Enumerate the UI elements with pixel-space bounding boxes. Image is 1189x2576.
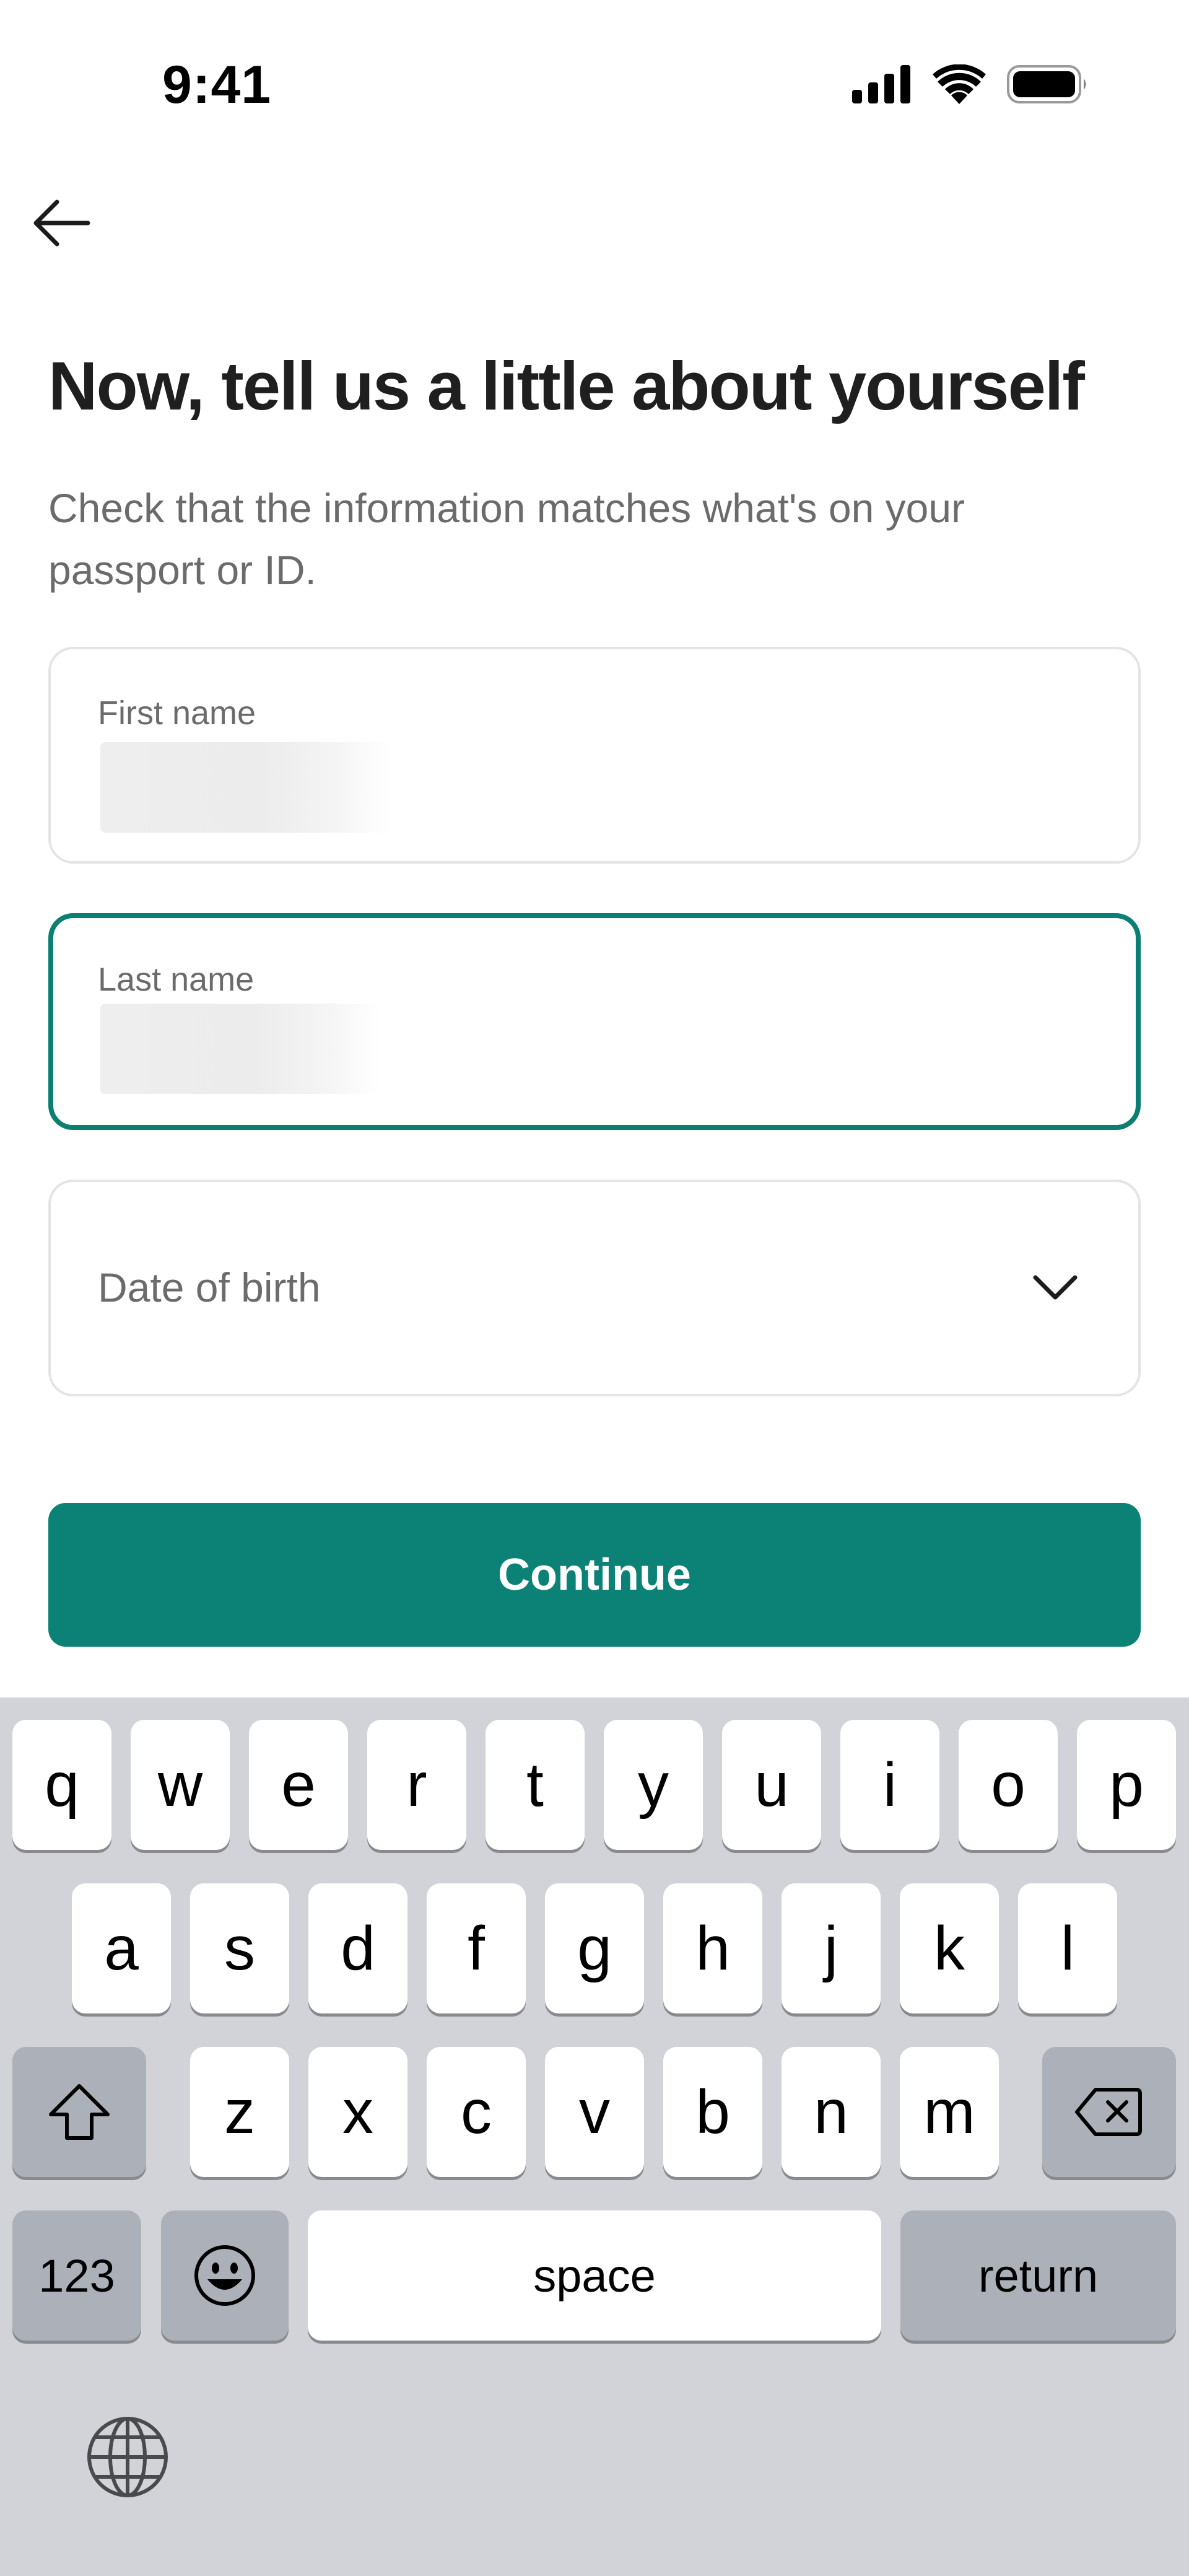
page-subtitle: Check that the information matches what'… — [48, 485, 965, 593]
return-key[interactable]: return — [900, 2210, 1176, 2341]
chevron-down-icon — [1033, 1275, 1078, 1300]
page-title: Now, tell us a little about yourself — [48, 348, 1085, 424]
key-d[interactable]: d — [308, 1883, 407, 2013]
continue-button[interactable]: Continue — [48, 1503, 1141, 1647]
key-z[interactable]: z — [190, 2047, 289, 2177]
key-g[interactable]: g — [545, 1883, 644, 2013]
key-n[interactable]: n — [782, 2047, 881, 2177]
key-c[interactable]: c — [427, 2047, 526, 2177]
last-name-value-redacted — [100, 1004, 379, 1094]
back-button[interactable] — [30, 197, 94, 249]
first-name-label: First name — [98, 694, 256, 732]
shift-key[interactable] — [12, 2047, 146, 2177]
key-t[interactable]: t — [486, 1720, 585, 1850]
globe-icon[interactable] — [85, 2415, 170, 2499]
status-bar: 9:41 — [0, 0, 1189, 173]
key-x[interactable]: x — [308, 2047, 407, 2177]
numbers-key[interactable]: 123 — [12, 2210, 141, 2341]
first-name-field[interactable]: First name — [48, 647, 1141, 864]
date-of-birth-select[interactable]: Date of birth — [48, 1180, 1141, 1396]
key-h[interactable]: h — [663, 1883, 762, 2013]
date-of-birth-label: Date of birth — [98, 1264, 321, 1310]
key-b[interactable]: b — [663, 2047, 762, 2177]
key-a[interactable]: a — [72, 1883, 171, 2013]
last-name-field[interactable]: Last name — [48, 913, 1141, 1130]
key-u[interactable]: u — [722, 1720, 821, 1850]
last-name-label: Last name — [98, 961, 255, 998]
key-i[interactable]: i — [840, 1720, 939, 1850]
key-w[interactable]: w — [131, 1720, 230, 1850]
arrow-left-icon — [33, 199, 90, 247]
key-m[interactable]: m — [900, 2047, 999, 2177]
shift-icon — [49, 2084, 110, 2140]
key-k[interactable]: k — [900, 1883, 999, 2013]
key-o[interactable]: o — [959, 1720, 1058, 1850]
delete-key[interactable] — [1042, 2047, 1176, 2177]
key-p[interactable]: p — [1077, 1720, 1176, 1850]
key-r[interactable]: r — [367, 1720, 466, 1850]
status-time: 9:41 — [162, 55, 272, 115]
backspace-icon — [1075, 2088, 1142, 2136]
key-q[interactable]: q — [12, 1720, 111, 1850]
key-l[interactable]: l — [1018, 1883, 1117, 2013]
key-f[interactable]: f — [427, 1883, 526, 2013]
first-name-value-redacted — [100, 742, 391, 833]
cellular-signal-icon — [852, 65, 910, 103]
battery-icon — [1007, 65, 1086, 103]
key-j[interactable]: j — [782, 1883, 881, 2013]
key-y[interactable]: y — [604, 1720, 703, 1850]
emoji-key[interactable] — [161, 2210, 289, 2341]
key-e[interactable]: e — [249, 1720, 348, 1850]
space-key[interactable]: space — [308, 2210, 881, 2341]
wifi-icon — [933, 64, 986, 104]
key-v[interactable]: v — [545, 2047, 644, 2177]
key-s[interactable]: s — [190, 1883, 289, 2013]
status-icons — [852, 64, 1089, 104]
emoji-icon — [194, 2245, 255, 2306]
